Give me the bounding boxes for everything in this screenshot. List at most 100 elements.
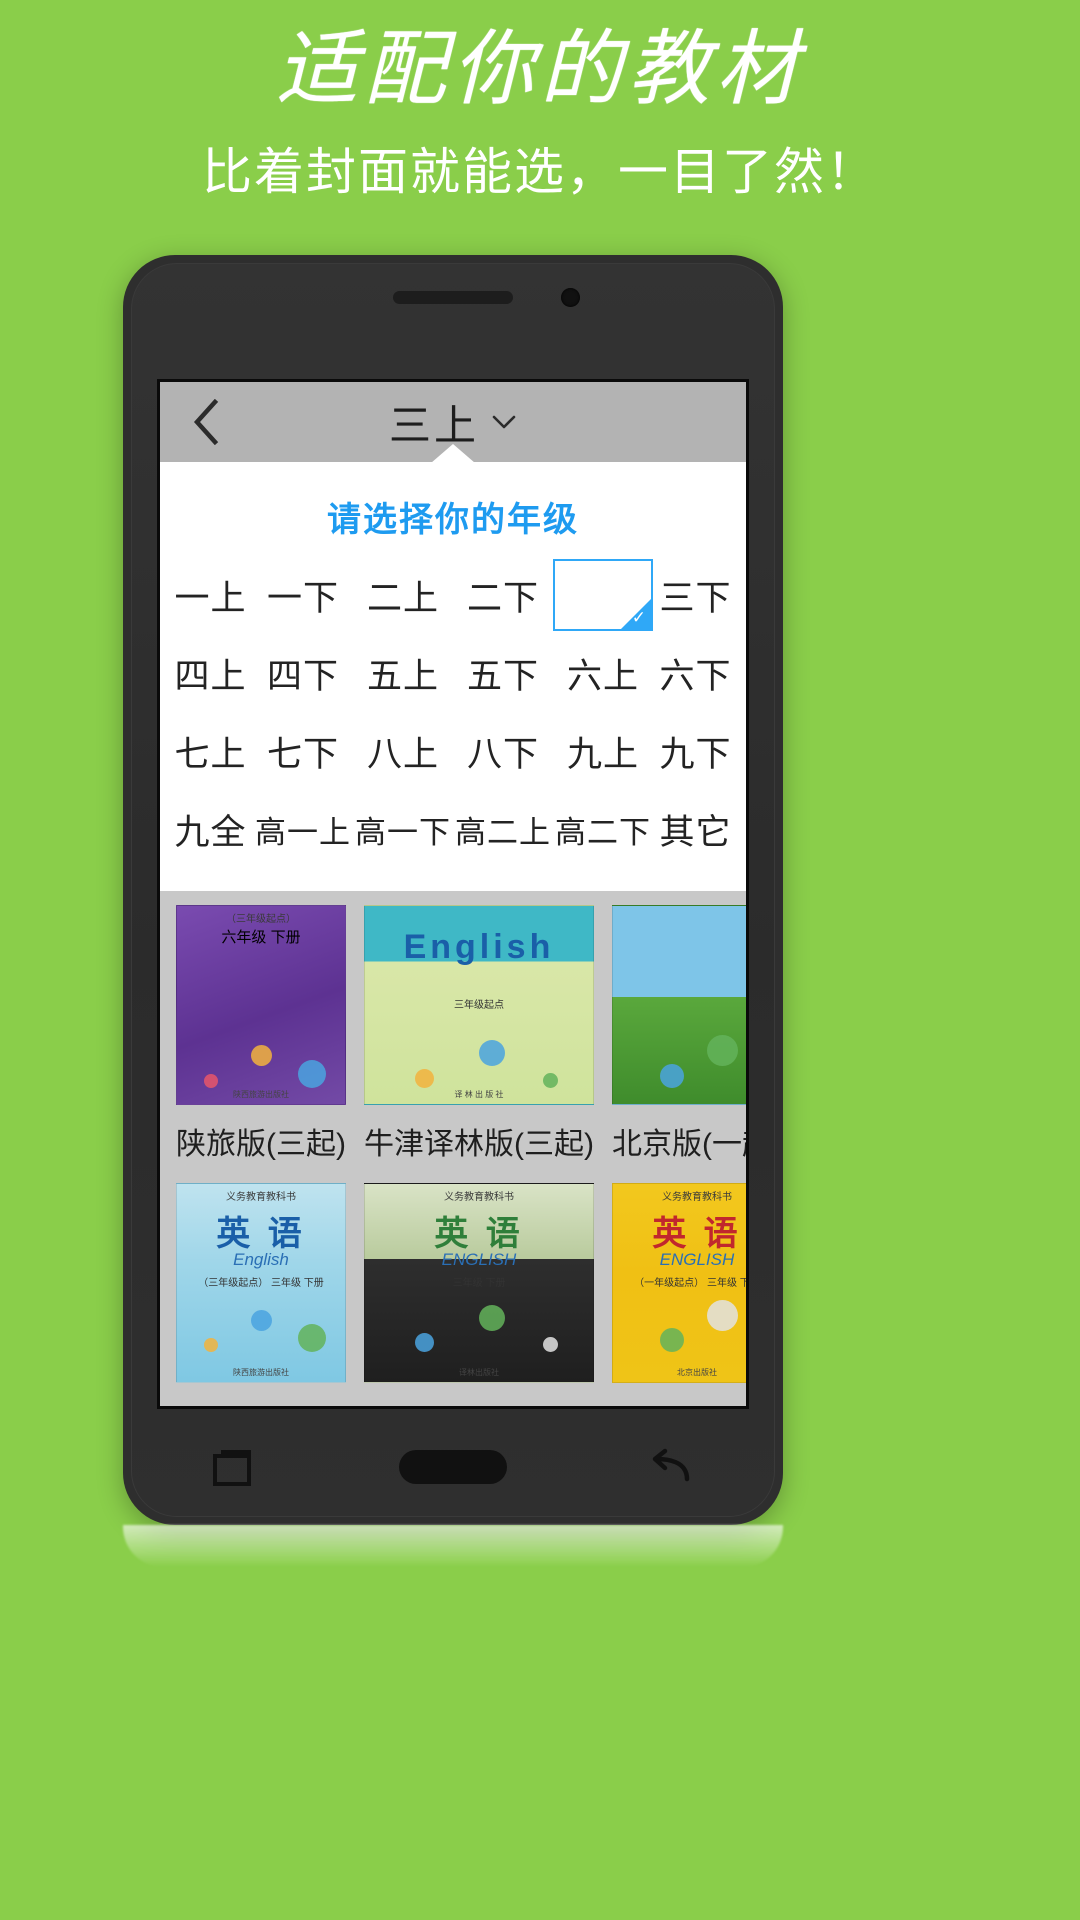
textbook-cover: 义务教育教科书英 语 ENGLISH （一年级起点） 三年级 下册 北京出版社 — [611, 1183, 746, 1383]
cover-note: 三年级起点 — [453, 1000, 504, 1011]
textbook-label: 北京版(一起) — [612, 1383, 746, 1406]
phone-screen: 三上 请选择你的年级 一上 一下 二上 二下 ✓ 三下 四上 四下 五上 五下 六上 六下 七上 七下 八上… — [157, 379, 749, 1409]
cover-illustration — [707, 1035, 739, 1067]
cover-caption: 义务教育教科书 — [225, 1192, 296, 1203]
cover-title: 英 语 — [216, 1215, 306, 1253]
phone-speaker — [393, 291, 513, 304]
cover-illustration — [478, 1304, 505, 1331]
cover-caption: 义务教育教科书 — [443, 1192, 514, 1203]
cover-publisher: 陕西旅游出版社 — [232, 1368, 289, 1377]
cover-illustration — [344, 1049, 345, 1067]
textbook-cover — [611, 905, 746, 1105]
chevron-left-icon — [193, 399, 219, 445]
grade-cell[interactable]: ✓ — [553, 559, 653, 631]
cover-illustration — [250, 1309, 272, 1331]
grade-cell[interactable]: 二上 — [353, 559, 453, 631]
cover-illustration — [542, 1337, 558, 1353]
cover-illustration — [297, 1324, 326, 1353]
grade-cell[interactable]: 四上 — [168, 637, 253, 709]
promo-subtitle: 比着封面就能选，一目了然！ — [202, 144, 878, 200]
textbook-label: 陕旅版(三起) — [176, 1383, 346, 1406]
cover-publisher: 北京出版社 — [676, 1368, 717, 1377]
cover-caption: 义务教育教科书 — [661, 1192, 732, 1203]
cover-illustration — [660, 1064, 684, 1089]
grade-cell[interactable]: 一上 — [168, 559, 253, 631]
back-button[interactable] — [174, 382, 238, 462]
cover-illustration — [297, 1060, 326, 1089]
cover-illustration — [478, 1040, 505, 1067]
textbook-row: 义务教育教科书英 语English（三年级起点） 三年级 下册陕西旅游出版社陕旅… — [176, 1183, 746, 1406]
cover-illustration — [707, 1299, 739, 1331]
chevron-down-icon — [492, 415, 516, 429]
grade-cell[interactable]: 五下 — [453, 637, 553, 709]
cover-subtitle: English — [233, 1250, 289, 1269]
grade-cell[interactable]: 一下 — [253, 559, 353, 631]
grade-cell[interactable]: 四下 — [253, 637, 353, 709]
home-pill-icon — [399, 1450, 507, 1484]
grade-cell[interactable]: 九上 — [553, 715, 653, 787]
grade-dropdown-panel: 请选择你的年级 一上 一下 二上 二下 ✓ 三下 四上 四下 五上 五下 六上 六下 七上 七下 八上 八下九… — [160, 444, 746, 891]
textbook-cover: （三年级起点） 六年级 下册陕西旅游出版社 — [176, 905, 346, 1105]
textbook-item[interactable]: 义务教育教科书英 语ENGLISH （一年级起点） 三年级 下册北京出版社北京版(… — [611, 1183, 746, 1406]
grade-cell[interactable]: 八下 — [453, 715, 553, 787]
grade-grid: 一上 一下 二上 二下 ✓ 三下四上 四下 五上 五下 六上 六下七上 七下 八上 八下 九上 九下九全 高一上… — [160, 559, 746, 865]
cover-publisher: 译 林 出 版 社 — [454, 1090, 504, 1099]
cover-illustration — [542, 1073, 558, 1089]
cover-publisher: 译林出版社 — [458, 1368, 499, 1377]
textbook-label: 北京版(一起) — [611, 1128, 746, 1161]
textbook-cover: English 三年级起点译 林 出 版 社 — [363, 905, 594, 1105]
textbook-label: 牛津译林版(三起) — [363, 1128, 594, 1161]
grade-cell[interactable]: 九全 — [168, 793, 253, 865]
cover-subtitle: ENGLISH — [441, 1250, 517, 1269]
cover-illustration — [415, 1333, 435, 1353]
textbook-label: 陕旅版(三起) — [176, 1128, 346, 1161]
cover-note: 三年级 下册 — [452, 1278, 506, 1289]
textbook-cover: 义务教育教科书英 语 English （三年级起点） 三年级 下册 陕西旅游出版社 — [176, 1183, 346, 1383]
grade-cell[interactable]: 五上 — [353, 637, 453, 709]
navbar-back-button[interactable] — [613, 1432, 733, 1502]
cover-illustration — [203, 1338, 218, 1353]
home-button[interactable] — [393, 1432, 513, 1502]
grade-cell[interactable]: 七下 — [253, 715, 353, 787]
textbook-item[interactable]: 义务教育教科书英 语ENGLISH 三年级 下册译林出版社牛津译林版(三起) — [363, 1183, 594, 1406]
phone-camera-icon — [561, 288, 580, 307]
cover-title: 英 语 — [652, 1215, 742, 1253]
textbook-row: （三年级起点） 六年级 下册陕西旅游出版社陕旅版(三起) English 三年级起点译… — [176, 905, 746, 1173]
cover-publisher: 陕西旅游出版社 — [232, 1090, 289, 1099]
back-arrow-icon — [652, 1448, 690, 1482]
textbook-item[interactable]: （三年级起点） 六年级 下册陕西旅游出版社陕旅版(三起) — [176, 905, 346, 1173]
grade-cell[interactable]: 其它 — [653, 793, 738, 865]
cover-caption: （三年级起点） — [225, 914, 296, 925]
dropdown-caret — [431, 444, 475, 463]
cover-title: English — [403, 928, 555, 966]
textbook-item[interactable]: 北京版(一起) — [611, 905, 746, 1173]
recents-icon — [213, 1450, 251, 1486]
grade-cell[interactable]: 高二上 — [453, 793, 553, 865]
grade-cell[interactable]: 七上 — [168, 715, 253, 787]
cover-illustration — [250, 1045, 272, 1067]
grade-cell[interactable]: 六上 — [553, 637, 653, 709]
grade-cell[interactable]: 高一下 — [353, 793, 453, 865]
cover-illustration — [203, 1074, 218, 1089]
grade-cell[interactable]: 高二下 — [553, 793, 653, 865]
grade-cell[interactable]: 高一上 — [253, 793, 353, 865]
grade-cell[interactable]: 八上 — [353, 715, 453, 787]
promo-title: 适配你的教材 — [276, 22, 804, 117]
cover-note: （三年级起点） 三年级 下册 — [198, 1278, 324, 1289]
cover-title: 英 语 — [434, 1215, 524, 1253]
check-icon: ✓ — [631, 608, 647, 627]
textbook-cover: 义务教育教科书英 语 ENGLISH 三年级 下册 译林出版社 — [363, 1183, 594, 1383]
android-navbar — [123, 1409, 783, 1525]
cover-subcaption: 六年级 下册 — [221, 929, 301, 946]
cover-illustration — [415, 1069, 435, 1089]
grade-cell[interactable]: 六下 — [653, 637, 738, 709]
textbook-list: （三年级起点） 六年级 下册 陕西旅游出版社 陕旅版(三起) English 三年级起点译… — [160, 891, 746, 1406]
grade-cell[interactable]: 九下 — [653, 715, 738, 787]
grade-cell[interactable]: 三下 — [653, 559, 738, 631]
dropdown-heading: 请选择你的年级 — [327, 501, 579, 539]
cover-illustration — [344, 1313, 345, 1331]
textbook-item[interactable]: English 三年级起点译 林 出 版 社牛津译林版(三起) — [363, 905, 594, 1173]
grade-cell[interactable]: 二下 — [453, 559, 553, 631]
textbook-item[interactable]: 义务教育教科书英 语English （三年级起点） 三年级 下册陕西旅游出版社陕旅… — [176, 1183, 346, 1406]
recents-button[interactable] — [173, 1432, 293, 1502]
